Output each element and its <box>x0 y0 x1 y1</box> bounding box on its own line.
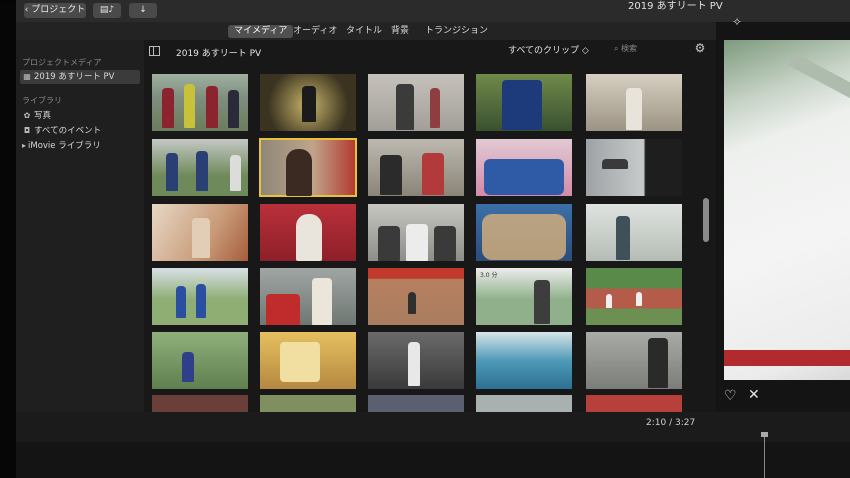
clip-filter-dropdown[interactable]: すべてのクリップ ◇ <box>508 43 589 56</box>
tab-audio[interactable]: オーディオ <box>287 25 343 38</box>
clip-thumbnail[interactable] <box>476 74 572 131</box>
project-media-header: プロジェクトメディア <box>22 58 102 67</box>
clip-caption: 3.0 分 <box>480 272 498 279</box>
clip-thumbnail[interactable] <box>368 268 464 325</box>
clip-thumbnail[interactable] <box>586 268 682 325</box>
clip-thumbnail[interactable] <box>152 268 248 325</box>
sidebar-item-all-events[interactable]: ◘ すべてのイベント <box>20 124 140 138</box>
playhead[interactable] <box>761 432 768 478</box>
gear-icon[interactable]: ⚙ <box>693 41 707 55</box>
time-readout: 2:10 / 3:27 <box>646 418 695 428</box>
disclosure-triangle-icon[interactable]: ▸ <box>20 139 28 153</box>
tab-transitions[interactable]: トランジション <box>419 25 494 38</box>
preview-image <box>724 40 850 380</box>
clip-thumbnail[interactable] <box>260 204 356 261</box>
search-input[interactable]: 検索 <box>621 44 637 53</box>
clip-thumbnail[interactable] <box>476 332 572 389</box>
clip-thumbnail[interactable] <box>476 204 572 261</box>
clip-thumbnail[interactable] <box>152 332 248 389</box>
sidebar-item-label: 写真 <box>34 111 52 121</box>
clip-thumbnail[interactable] <box>152 74 248 131</box>
tab-backgrounds[interactable]: 背景 <box>385 25 415 38</box>
clip-thumbnail[interactable] <box>368 204 464 261</box>
sidebar-item-label: iMovie ライブラリ <box>28 141 101 151</box>
tab-titles[interactable]: タイトル <box>340 25 388 38</box>
media-browser: 2019 あすリート PV すべてのクリップ ◇ ⌕ 検索 ⚙ 3.0 分 <box>144 40 716 412</box>
star-icon: ◘ <box>23 126 31 135</box>
clip-thumbnail[interactable] <box>368 332 464 389</box>
sidebar-toggle-icon[interactable] <box>149 46 160 56</box>
clip-thumbnail[interactable] <box>586 395 682 412</box>
clip-thumbnail[interactable] <box>152 139 248 196</box>
time-separator: / <box>669 418 673 428</box>
search-field[interactable]: ⌕ 検索 <box>614 42 692 56</box>
clip-thumbnail[interactable] <box>586 139 682 196</box>
search-icon: ⌕ <box>614 44 619 53</box>
clip-thumbnail[interactable] <box>368 74 464 131</box>
clip-thumbnail[interactable] <box>260 395 356 412</box>
back-to-projects-button[interactable]: ‹ プロジェクト <box>24 3 86 18</box>
media-browser-icon: ▤♪ <box>99 5 115 15</box>
sidebar-item-imovie-library[interactable]: ▸ iMovie ライブラリ <box>20 139 140 153</box>
sidebar-item-label: 2019 あすリート PV <box>34 72 115 82</box>
timeline-track[interactable] <box>16 442 850 478</box>
clip-thumbnail[interactable] <box>152 204 248 261</box>
browser-scrollbar[interactable] <box>703 198 709 242</box>
clip-thumbnail[interactable] <box>368 139 464 196</box>
sidebar-item-label: すべてのイベント <box>34 126 102 136</box>
window-title: 2019 あすリート PV <box>628 1 723 12</box>
clip-thumbnail[interactable] <box>476 395 572 412</box>
browser-title: 2019 あすリート PV <box>176 49 262 59</box>
import-arrow-icon: ↓ <box>139 5 147 15</box>
top-toolbar: ‹ プロジェクト ▤♪ ↓ 2019 あすリート PV <box>16 0 850 23</box>
sidebar-item-project[interactable]: ▦ 2019 あすリート PV <box>20 70 140 84</box>
libraries-header: ライブラリ <box>22 96 62 105</box>
total-time: 3:27 <box>675 418 696 428</box>
sidebar-item-photos[interactable]: ✿ 写真 <box>20 109 140 123</box>
x-icon[interactable]: ✕ <box>748 387 760 403</box>
clip-thumbnail[interactable] <box>368 395 464 412</box>
clip-thumbnail[interactable] <box>260 268 356 325</box>
clip-thumbnail-selected[interactable] <box>259 138 357 197</box>
clip-thumbnail[interactable] <box>586 332 682 389</box>
film-icon: ▦ <box>23 72 31 81</box>
clip-thumbnail[interactable] <box>586 74 682 131</box>
library-sidebar: プロジェクトメディア ▦ 2019 あすリート PV ライブラリ ✿ 写真 ◘ すべて… <box>16 40 144 412</box>
clip-thumbnail[interactable] <box>476 139 572 196</box>
preview-viewer: ✧ ♡ ✕ <box>716 15 850 412</box>
import-button[interactable]: ↓ <box>129 3 157 18</box>
clip-thumbnail[interactable]: 3.0 分 <box>476 268 572 325</box>
clip-thumbnail[interactable] <box>260 332 356 389</box>
clip-thumbnail[interactable] <box>260 74 356 131</box>
monitor-bezel <box>0 0 16 478</box>
magic-wand-icon[interactable]: ✧ <box>732 15 742 29</box>
heart-icon[interactable]: ♡ <box>724 388 737 404</box>
browser-tabs: マイメディア オーディオ タイトル 背景 トランジション <box>16 22 716 40</box>
clip-thumbnail[interactable] <box>586 204 682 261</box>
tab-my-media[interactable]: マイメディア <box>228 25 294 38</box>
photos-icon: ✿ <box>23 111 31 120</box>
media-browser-button[interactable]: ▤♪ <box>93 3 121 18</box>
timeline-area: 2:10 / 3:27 <box>16 412 850 478</box>
browser-header: 2019 あすリート PV すべてのクリップ ◇ ⌕ 検索 ⚙ <box>144 40 716 64</box>
current-time: 2:10 <box>646 418 667 428</box>
clip-thumbnail[interactable] <box>152 395 248 412</box>
